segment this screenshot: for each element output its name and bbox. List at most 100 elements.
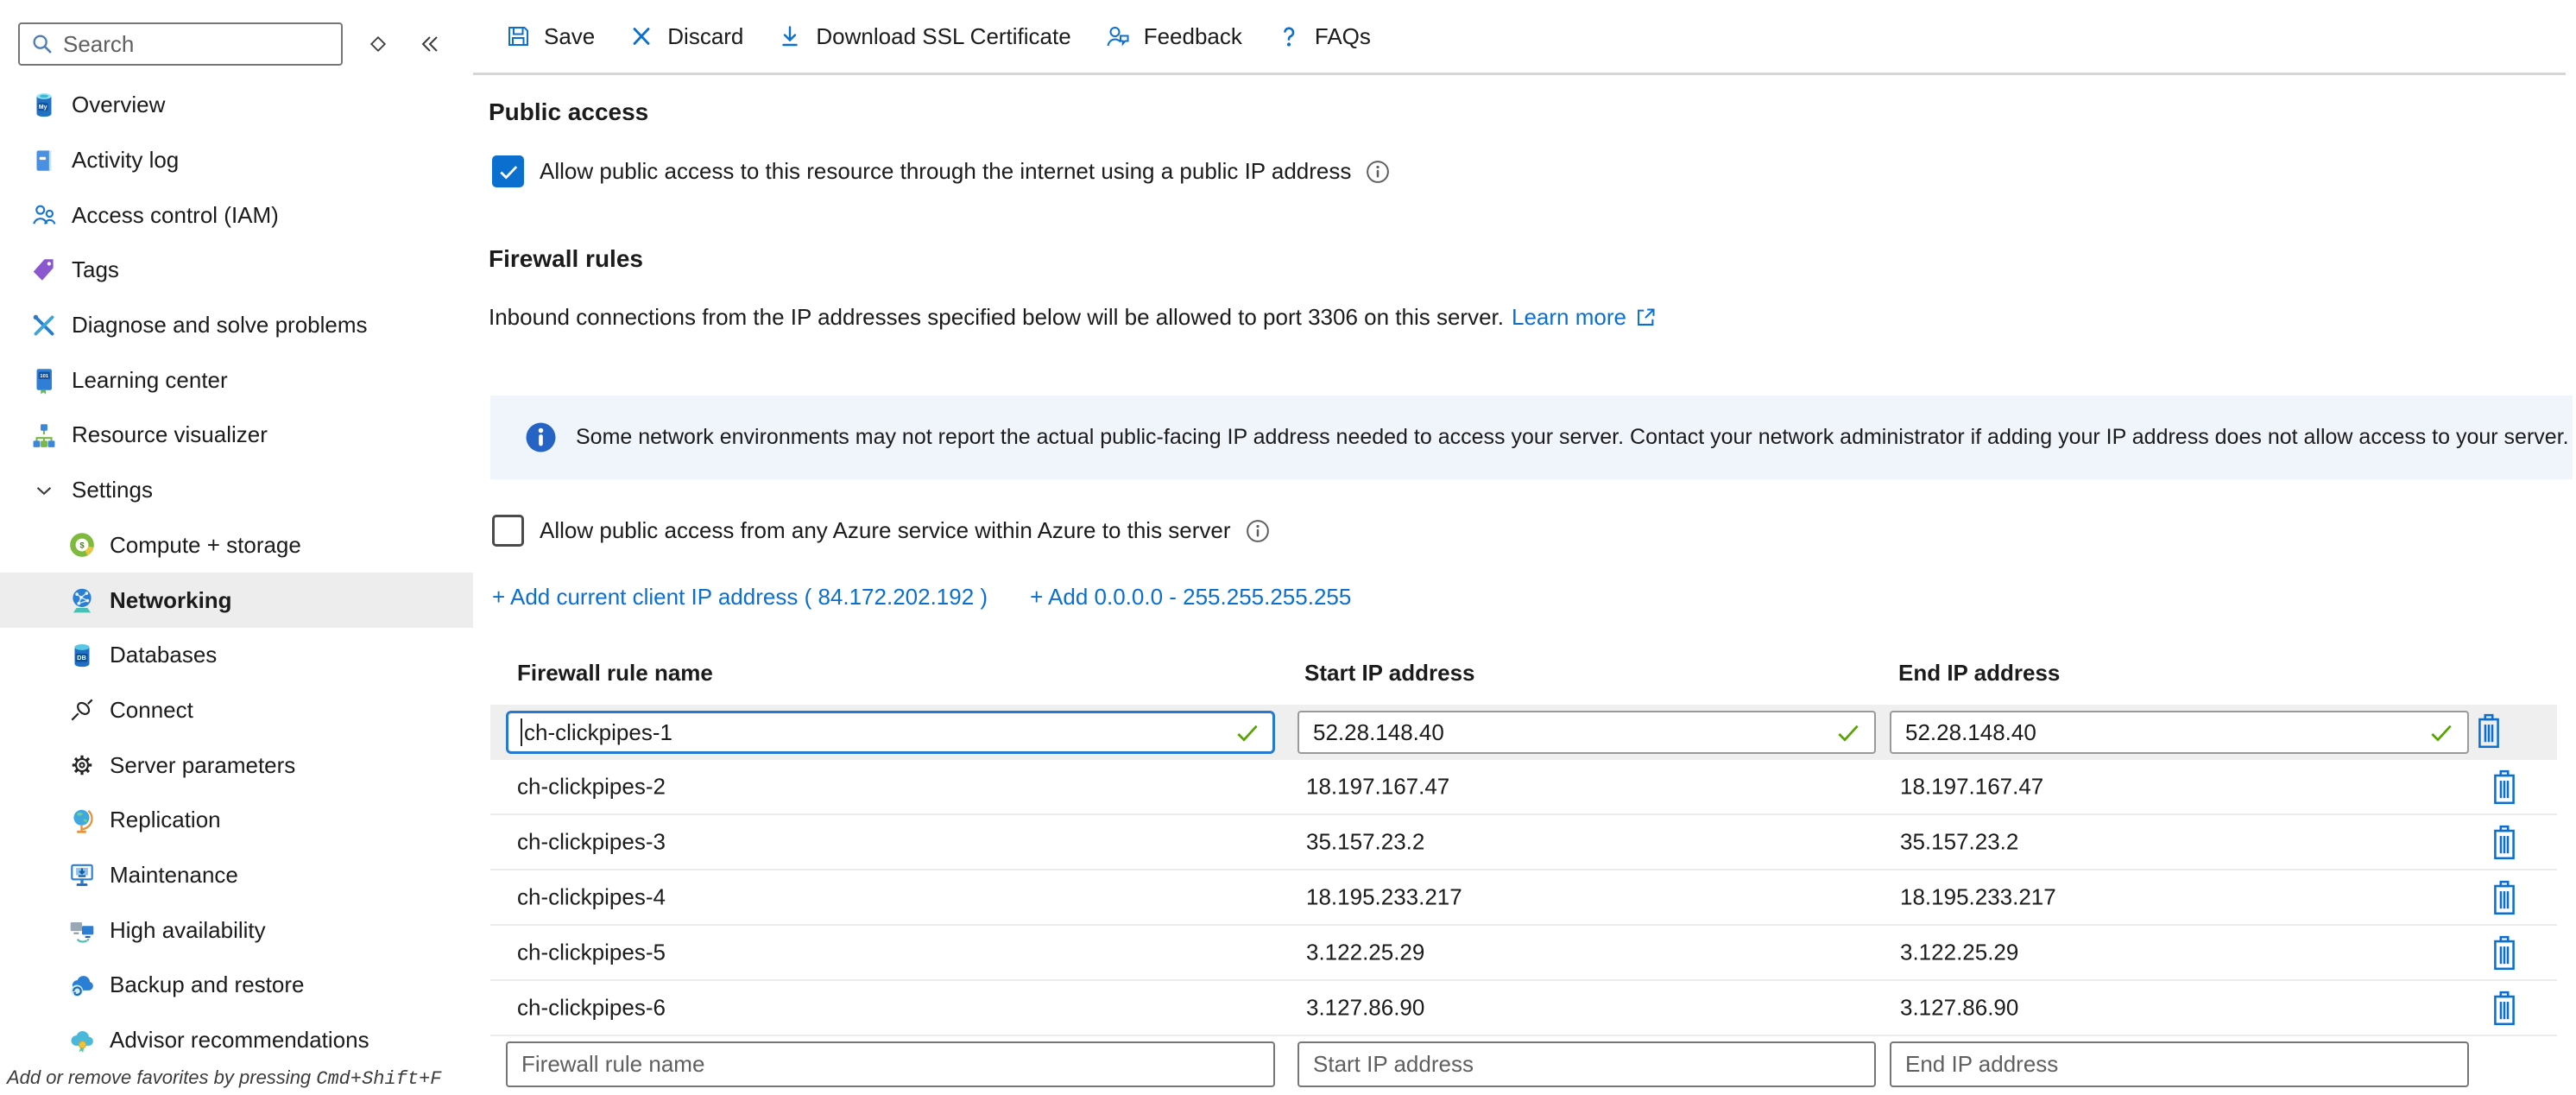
valid-check-icon — [1834, 718, 1862, 746]
trash-icon — [2489, 990, 2520, 1028]
delete-rule-button[interactable] — [2471, 877, 2507, 919]
sidebar-searchbox[interactable] — [18, 22, 343, 66]
sidebar-item-tags[interactable]: Tags — [0, 243, 473, 298]
sidebar-item-label: Activity log — [72, 147, 179, 174]
download-ssl-certificate-button[interactable]: Download SSL Certificate — [776, 22, 1070, 50]
sidebar-item-activity-log[interactable]: Activity log — [0, 133, 473, 188]
sidebar-search-input[interactable] — [63, 31, 331, 58]
firewall-description: Inbound connections from the IP addresse… — [489, 304, 1657, 331]
sidebar-item-networking[interactable]: Networking — [0, 573, 473, 628]
end-ip-cell: 35.157.23.2 — [1900, 829, 2018, 856]
end-ip-input[interactable] — [1890, 711, 2469, 754]
delete-rule-button[interactable] — [2471, 712, 2507, 753]
trash-icon — [2489, 934, 2520, 972]
delete-rule-button[interactable] — [2471, 933, 2507, 974]
sidebar-item-server-parameters[interactable]: Server parameters — [0, 737, 473, 793]
sidebar-item-advisor-recommendations[interactable]: Advisor recommendations — [0, 1013, 473, 1068]
toolbar-button-label: Feedback — [1144, 23, 1242, 50]
sidebar-item-backup-and-restore[interactable]: Backup and restore — [0, 958, 473, 1013]
discard-button[interactable]: Discard — [628, 22, 743, 50]
sidebar-item-settings[interactable]: Settings — [0, 463, 473, 518]
sidebar-item-label: Connect — [110, 697, 193, 724]
add-ip-links-row: + Add current client IP address ( 84.172… — [492, 584, 1351, 611]
discard-icon — [628, 22, 655, 50]
firewall-rule-row-ch-clickpipes-2[interactable]: ch-clickpipes-218.197.167.4718.197.167.4… — [490, 760, 2557, 815]
sidebar-item-replication[interactable]: Replication — [0, 793, 473, 848]
sidebar-item-learning-center[interactable]: 101Learning center — [0, 352, 473, 408]
sidebar-menu: MyOverview Activity log Access control (IA… — [0, 78, 473, 1067]
sidebar-item-label: Access control (IAM) — [72, 202, 279, 229]
start-ip-cell: 35.157.23.2 — [1306, 829, 1424, 856]
text-caret — [521, 718, 522, 746]
download-icon — [776, 22, 804, 50]
feedback-button[interactable]: Feedback — [1104, 22, 1242, 50]
end-ip-cell: 3.127.86.90 — [1900, 995, 2018, 1022]
new-rule-start-ip-input[interactable] — [1297, 1041, 1876, 1087]
start-ip-cell: 3.122.25.29 — [1306, 940, 1424, 966]
info-icon[interactable] — [1365, 159, 1391, 185]
faqs-button[interactable]: FAQs — [1275, 22, 1371, 50]
sidebar-item-label: Compute + storage — [110, 532, 301, 559]
add-all-ips-link[interactable]: + Add 0.0.0.0 - 255.255.255.255 — [1030, 584, 1351, 611]
collapse-sidebar-icon[interactable] — [417, 31, 443, 57]
sidebar-item-resource-visualizer[interactable]: Resource visualizer — [0, 408, 473, 463]
firewall-rule-row-ch-clickpipes-5[interactable]: ch-clickpipes-5 3.122.25.29 3.122.25.29 — [490, 926, 2557, 981]
add-client-ip-link[interactable]: + Add current client IP address ( 84.172… — [492, 584, 988, 611]
new-rule-name-input[interactable] — [506, 1041, 1275, 1087]
start-ip-input[interactable] — [1297, 711, 1876, 754]
sidebar-item-label: Overview — [72, 92, 165, 118]
sidebar-item-compute-storage[interactable]: $ Compute + storage — [0, 518, 473, 573]
high-availability-icon — [67, 915, 97, 945]
connect-icon — [67, 695, 97, 725]
rule-name-cell: ch-clickpipes-4 — [517, 884, 666, 911]
azure-services-checkbox-row: Allow public access from any Azure servi… — [492, 515, 1271, 547]
firewall-rule-name-input[interactable]: ch-clickpipes-1 — [506, 711, 1275, 754]
toolbar-button-label: Discard — [667, 23, 743, 50]
firewall-rule-row-ch-clickpipes-6[interactable]: ch-clickpipes-63.127.86.903.127.86.90 — [490, 981, 2557, 1036]
sidebar-item-connect[interactable]: Connect — [0, 683, 473, 738]
command-bar: Save Discard Download SSL Certificate Feedb… — [473, 0, 2566, 75]
resize-handle-icon[interactable] — [365, 31, 391, 57]
firewall-rule-row-ch-clickpipes-4[interactable]: ch-clickpipes-418.195.233.21718.195.233.… — [490, 870, 2557, 926]
sidebar-search-row — [18, 22, 443, 66]
trash-icon — [2489, 769, 2520, 807]
new-rule-end-ip-input[interactable] — [1890, 1041, 2469, 1087]
delete-rule-button[interactable] — [2471, 767, 2507, 808]
diagnose-icon — [29, 311, 59, 340]
info-icon[interactable] — [1245, 518, 1271, 544]
sidebar-item-overview[interactable]: MyOverview — [0, 78, 473, 133]
valid-check-icon — [2428, 718, 2455, 746]
info-filled-icon — [525, 421, 557, 453]
sidebar-item-diagnose-and-solve-problems[interactable]: Diagnose and solve problems — [0, 298, 473, 353]
save-button[interactable]: Save — [504, 22, 595, 50]
tag-icon — [29, 256, 59, 285]
feedback-icon — [1104, 22, 1132, 50]
firewall-table-header: Firewall rule name Start IP address End … — [490, 660, 2557, 694]
delete-rule-button[interactable] — [2471, 822, 2507, 864]
azure-services-checkbox[interactable] — [492, 515, 524, 547]
resource-sidebar: MyOverview Activity log Access control (IA… — [0, 0, 473, 1095]
advisor-icon — [67, 1026, 97, 1055]
svg-text:$: $ — [79, 541, 85, 551]
delete-rule-button[interactable] — [2471, 988, 2507, 1029]
column-header-start-ip: Start IP address — [1304, 660, 1475, 687]
toolbar-button-label: Download SSL Certificate — [816, 23, 1070, 50]
azure-portal-networking-page: MyOverview Activity log Access control (IA… — [0, 0, 2576, 1095]
svg-text:DB: DB — [77, 654, 86, 661]
databases-icon: DB — [67, 641, 97, 670]
end-ip-cell: 3.122.25.29 — [1900, 940, 2018, 966]
trash-icon — [2489, 879, 2520, 917]
learn-more-link[interactable]: Learn more — [1512, 304, 1626, 331]
column-header-rule-name: Firewall rule name — [517, 660, 713, 687]
sidebar-item-high-availability[interactable]: High availability — [0, 902, 473, 958]
chevron-down-icon — [29, 476, 59, 505]
check-icon — [497, 161, 520, 183]
external-link-icon — [1634, 306, 1657, 329]
toolbar-button-label: Save — [544, 23, 595, 50]
sidebar-item-access-control-iam[interactable]: Access control (IAM) — [0, 187, 473, 243]
sidebar-item-databases[interactable]: DBDatabases — [0, 628, 473, 683]
public-access-checkbox[interactable] — [492, 155, 524, 187]
rule-name-cell: ch-clickpipes-5 — [517, 940, 666, 966]
sidebar-item-maintenance[interactable]: Maintenance — [0, 848, 473, 903]
firewall-rule-row-ch-clickpipes-3[interactable]: ch-clickpipes-335.157.23.235.157.23.2 — [490, 815, 2557, 870]
